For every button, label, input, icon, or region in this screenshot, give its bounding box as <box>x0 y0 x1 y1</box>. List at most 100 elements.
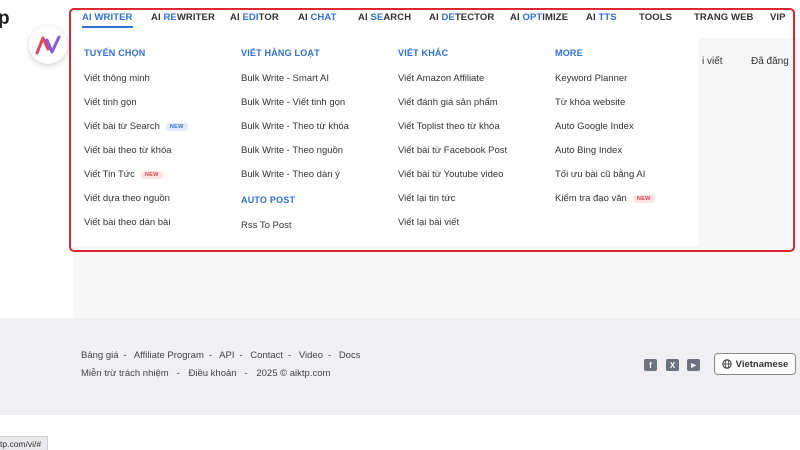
column-title: VIẾT HÀNG LOẠT <box>241 48 320 58</box>
nav-ai-chat-prefix: AI <box>298 12 311 23</box>
menu-item-amazon-affiliate[interactable]: Viết Amazon Affiliate <box>398 73 507 84</box>
menu-item-viet-bai-theo-dan-bai[interactable]: Viết bài theo dàn bài <box>84 217 188 228</box>
menu-column-tuyen-chon: TUYỂN CHỌN Viết thông minh Viết tinh gọn… <box>84 48 188 228</box>
menu-item-viet-bai-theo-tu-khoa[interactable]: Viết bài theo từ khóa <box>84 145 188 156</box>
footer-sep: - <box>208 350 213 361</box>
avatar[interactable] <box>29 26 67 64</box>
menu-item-bulk-theo-nguon[interactable]: Bulk Write - Theo nguồn <box>241 145 349 156</box>
menu-item-bulk-viet-tinh-gon[interactable]: Bulk Write - Viết tinh gọn <box>241 97 349 108</box>
nav-ai-search-highlight: SE <box>370 12 384 23</box>
facebook-icon[interactable]: f <box>644 359 657 371</box>
column-subtitle-auto-post: AUTO POST <box>241 195 296 205</box>
menu-item-kiem-tra-dao-van[interactable]: Kiểm tra đạo văn NEW <box>555 193 655 204</box>
footer-sep: - <box>176 368 180 379</box>
menu-column-viet-khac: VIẾT KHÁC Viết Amazon Affiliate Viết đán… <box>398 48 507 228</box>
menu-item-viet-lai-bai-viet[interactable]: Viết lại bài viết <box>398 217 507 228</box>
nav-ai-search-suffix: ARCH <box>383 12 412 23</box>
nav-ai-rewriter-highlight: RE <box>163 12 177 23</box>
menu-item-auto-google-index[interactable]: Auto Google Index <box>555 121 655 132</box>
x-twitter-icon[interactable]: X <box>666 359 679 371</box>
menu-item-rss-to-post[interactable]: Rss To Post <box>241 220 349 231</box>
menu-item-facebook-post[interactable]: Viết bài từ Facebook Post <box>398 145 507 156</box>
nav-ai-editor-suffix: TOR <box>258 12 279 23</box>
column-title: TUYỂN CHỌN <box>84 48 146 58</box>
menu-column-more: MORE Keyword Planner Từ khóa website Aut… <box>555 48 655 204</box>
nav-ai-chat[interactable]: AI CHAT <box>298 12 337 23</box>
nav-ai-tts-highlight: TTS <box>598 12 617 23</box>
footer-sep: - <box>123 350 127 361</box>
nav-ai-optimize-suffix: IMIZE <box>542 12 569 23</box>
footer-link-dieu-khoan[interactable]: Điều khoản <box>188 368 236 379</box>
nav-ai-chat-highlight: CHAT <box>310 12 337 23</box>
menu-item-viet-tin-tuc[interactable]: Viết Tin Tức NEW <box>84 169 188 180</box>
footer-link-api[interactable]: API <box>219 350 234 361</box>
footer-link-video[interactable]: Video <box>299 350 323 361</box>
nav-vip[interactable]: VIP <box>770 12 786 23</box>
nav-ai-editor-highlight: EDI <box>242 12 259 23</box>
nav-ai-tts[interactable]: AI TTS <box>586 12 617 23</box>
nav-ai-writer-highlight: WRITER <box>94 12 133 23</box>
ai-writer-dropdown: TUYỂN CHỌN Viết thông minh Viết tinh gọn… <box>73 38 699 246</box>
nav-ai-search[interactable]: AI SEARCH <box>358 12 411 23</box>
nav-tools[interactable]: TOOLS <box>639 12 672 23</box>
menu-item-danh-gia-san-pham[interactable]: Viết đánh giá sản phẩm <box>398 97 507 108</box>
footer-copyright: 2025 © aiktp.com <box>256 368 331 379</box>
menu-item-tu-khoa-website[interactable]: Từ khóa website <box>555 97 655 108</box>
footer-links-row-2: Miễn trừ trách nhiệm - Điều khoản - 2025 ©… <box>81 368 335 379</box>
menu-item-viet-dua-theo-nguon[interactable]: Viết dựa theo nguồn <box>84 193 188 204</box>
menu-item-viet-tinh-gon[interactable]: Viết tinh gọn <box>84 97 188 108</box>
footer-links-row-1: Bảng giá - Affiliate Program - API - Contac… <box>81 350 365 361</box>
nav-ai-detector[interactable]: AI DETECTOR <box>429 12 494 23</box>
menu-item-auto-bing-index[interactable]: Auto Bing Index <box>555 145 655 156</box>
menu-column-viet-hang-loat: VIẾT HÀNG LOẠT Bulk Write - Smart AI Bul… <box>241 48 349 231</box>
footer <box>0 318 800 415</box>
nav-ai-rewriter[interactable]: AI REWRITER <box>151 12 215 23</box>
browser-status-url: tp.com/vi/# <box>0 436 49 450</box>
nav-ai-optimize-highlight: OPT <box>522 12 543 23</box>
language-selector-button[interactable]: Vietnamese <box>714 353 796 375</box>
menu-item-bulk-smart-ai[interactable]: Bulk Write - Smart AI <box>241 73 349 84</box>
menu-item-bulk-theo-dan-y[interactable]: Bulk Write - Theo dàn ý <box>241 169 349 180</box>
nav-ai-tts-prefix: AI <box>586 12 599 23</box>
bg-column-header-1: i viết <box>702 56 723 67</box>
nav-ai-editor-prefix: AI <box>230 12 243 23</box>
bg-column-header-2: Đã đăng <box>751 56 789 67</box>
footer-link-mien-tru[interactable]: Miễn trừ trách nhiệm <box>81 368 169 379</box>
nav-ai-optimize[interactable]: AI OPTIMIZE <box>510 12 568 23</box>
column-title: VIẾT KHÁC <box>398 48 449 58</box>
footer-sep: - <box>244 368 248 379</box>
nav-ai-rewriter-prefix: AI <box>151 12 164 23</box>
nav-ai-editor[interactable]: AI EDITOR <box>230 12 279 23</box>
footer-link-docs[interactable]: Docs <box>339 350 361 361</box>
menu-item-youtube-video[interactable]: Viết bài từ Youtube video <box>398 169 507 180</box>
nav-trang-web[interactable]: TRANG WEB <box>694 12 753 23</box>
footer-sep: - <box>239 350 243 361</box>
menu-item-viet-lai-tin-tuc[interactable]: Viết lại tin tức <box>398 193 507 204</box>
avatar-logo-icon <box>35 35 61 55</box>
menu-item-viet-bai-tu-search[interactable]: Viết bài từ Search NEW <box>84 121 188 132</box>
menu-item-toi-uu-bai-cu[interactable]: Tối ưu bài cũ bằng AI <box>555 169 655 180</box>
new-badge: NEW <box>632 194 655 203</box>
footer-link-contact[interactable]: Contact <box>250 350 283 361</box>
brand-logo[interactable]: p <box>0 8 10 30</box>
new-badge: NEW <box>140 170 163 179</box>
column-title: MORE <box>555 48 583 58</box>
youtube-icon[interactable]: ▶ <box>687 359 700 371</box>
menu-item-label: Kiểm tra đạo văn <box>555 193 627 204</box>
menu-item-bulk-theo-tu-khoa[interactable]: Bulk Write - Theo từ khóa <box>241 121 349 132</box>
nav-ai-writer[interactable]: AI WRITER <box>82 12 133 28</box>
menu-item-keyword-planner[interactable]: Keyword Planner <box>555 73 655 84</box>
footer-sep: - <box>288 350 292 361</box>
footer-link-affiliate[interactable]: Affiliate Program <box>134 350 204 361</box>
menu-item-toplist[interactable]: Viết Toplist theo từ khóa <box>398 121 507 132</box>
globe-icon <box>721 359 732 369</box>
menu-item-label: Viết Tin Tức <box>84 169 135 180</box>
new-badge: NEW <box>165 122 188 131</box>
footer-sep: - <box>328 350 332 361</box>
menu-item-viet-thong-minh[interactable]: Viết thông minh <box>84 73 188 84</box>
footer-link-bang-gia[interactable]: Bảng giá <box>81 350 119 361</box>
nav-ai-detector-suffix: TECTOR <box>454 12 495 23</box>
nav-ai-writer-prefix: AI <box>82 12 95 23</box>
nav-ai-optimize-prefix: AI <box>510 12 523 23</box>
nav-ai-detector-highlight: DE <box>441 12 455 23</box>
